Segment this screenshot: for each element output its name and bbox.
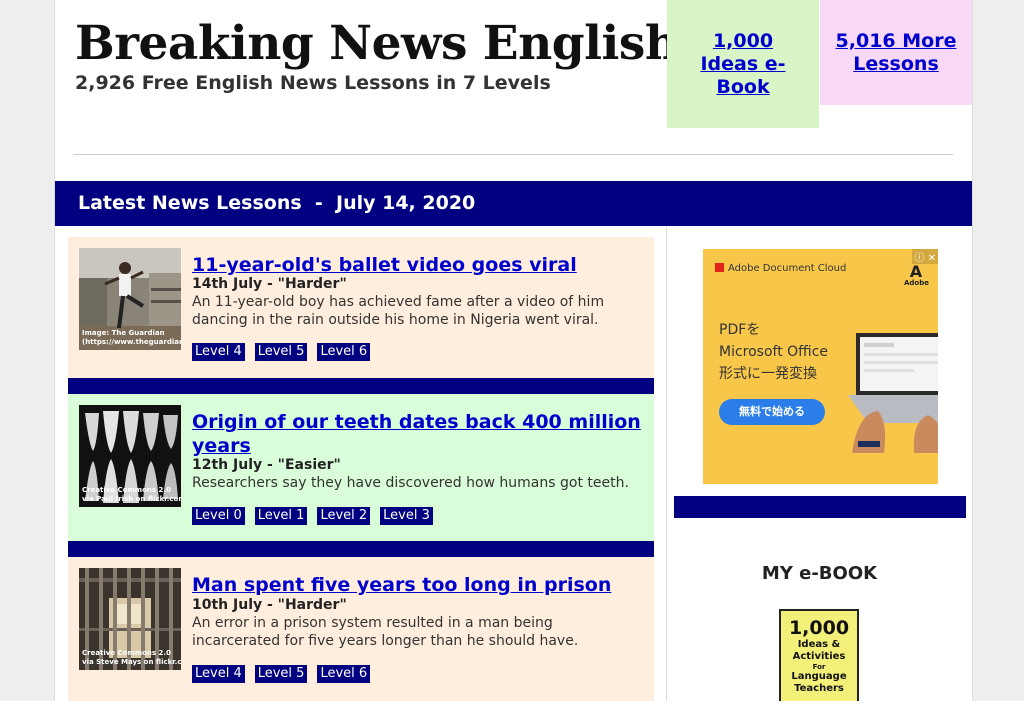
lesson-date: 12th July - "Easier" xyxy=(192,457,341,473)
site-title[interactable]: Breaking News English xyxy=(75,16,679,71)
lesson-description: Researchers say they have discovered how… xyxy=(192,475,629,491)
level-link[interactable]: Level 4 xyxy=(192,343,245,361)
site-tagline: 2,926 Free English News Lessons in 7 Lev… xyxy=(75,72,551,94)
adobe-a-icon: A xyxy=(909,262,923,281)
lesson-thumbnail[interactable]: Image: The Guardian (https://www.theguar… xyxy=(79,248,181,350)
level-links: Level 0 Level 1 Level 2 Level 3 xyxy=(192,507,433,525)
lesson-date: 14th July - "Harder" xyxy=(192,276,347,292)
lesson-card: Creative Commons 2.0 via Paul Irish on f… xyxy=(68,394,654,541)
level-link[interactable]: Level 5 xyxy=(254,343,308,361)
level-link[interactable]: Level 5 xyxy=(254,665,308,683)
lesson-title-link[interactable]: Origin of our teeth dates back 400 milli… xyxy=(192,410,642,458)
level-links: Level 4 Level 5 Level 6 xyxy=(192,343,371,361)
ebook-cover-number: 1,000 xyxy=(788,617,850,639)
ad-brand: Adobe Document Cloud xyxy=(715,263,846,274)
lesson-thumbnail[interactable]: Creative Commons 2.0 via Steve Mays on f… xyxy=(79,568,181,670)
ebook-cover-line: Language xyxy=(791,671,847,682)
promo-ebook-box: 1,000 Ideas e-Book xyxy=(667,0,819,128)
level-link[interactable]: Level 4 xyxy=(192,665,245,683)
sidebar-separator xyxy=(674,496,966,518)
ebook-cover-image[interactable]: 1,000 Ideas & Activities For Language Te… xyxy=(779,609,859,701)
promo-ebook-link[interactable]: 1,000 Ideas e-Book xyxy=(688,30,798,99)
level-link[interactable]: Level 2 xyxy=(317,507,371,525)
lesson-separator xyxy=(68,378,654,394)
adobe-logo: A Adobe xyxy=(904,262,929,288)
ebook-cover-line: For xyxy=(812,663,826,671)
lesson-card: Creative Commons 2.0 via Steve Mays on f… xyxy=(68,557,654,701)
laptop-hands-icon xyxy=(848,333,938,453)
advertisement-banner[interactable]: Adobe Document Cloud ⓘ ✕ A Adobe PDFを Mi… xyxy=(703,249,938,484)
page: Breaking News English 2,926 Free English… xyxy=(54,0,973,701)
level-link[interactable]: Level 3 xyxy=(380,507,433,525)
ebook-cover-line: Activities xyxy=(792,651,846,662)
header-divider xyxy=(73,154,953,155)
lesson-thumbnail[interactable]: Creative Commons 2.0 via Paul Irish on f… xyxy=(79,405,181,507)
image-credit: Image: The Guardian (https://www.theguar… xyxy=(82,329,181,346)
level-link[interactable]: Level 1 xyxy=(254,507,308,525)
level-link[interactable]: Level 6 xyxy=(317,343,371,361)
level-link[interactable]: Level 6 xyxy=(317,665,371,683)
image-credit: Creative Commons 2.0 via Steve Mays on f… xyxy=(82,649,181,666)
lesson-date: 10th July - "Harder" xyxy=(192,597,347,613)
ad-cta-button[interactable]: 無料で始める xyxy=(719,399,825,425)
latest-lessons-heading: Latest News Lessons - July 14, 2020 xyxy=(55,181,972,226)
adobe-doc-cloud-icon xyxy=(715,263,724,272)
ebook-heading: MY e-BOOK xyxy=(761,563,878,584)
level-links: Level 4 Level 5 Level 6 xyxy=(192,665,371,683)
lesson-title-link[interactable]: Man spent five years too long in prison xyxy=(192,573,642,597)
column-divider xyxy=(666,226,667,701)
lesson-separator xyxy=(68,541,654,557)
ad-copy: PDFを Microsoft Office 形式に一発変換 xyxy=(719,322,829,382)
promo-lessons-link[interactable]: 5,016 More Lessons xyxy=(831,30,961,76)
ebook-cover-line: Ideas & xyxy=(797,639,841,650)
lesson-description: An error in a prison system resulted in … xyxy=(192,615,579,649)
ebook-cover-line: Teachers xyxy=(794,683,844,694)
promo-lessons-box: 5,016 More Lessons xyxy=(820,0,972,105)
image-credit: Creative Commons 2.0 via Paul Irish on f… xyxy=(82,486,181,503)
lesson-description: An 11-year-old boy has achieved fame aft… xyxy=(192,294,605,328)
lesson-card: Image: The Guardian (https://www.theguar… xyxy=(68,237,654,378)
lesson-title-link[interactable]: 11-year-old's ballet video goes viral xyxy=(192,253,642,277)
level-link[interactable]: Level 0 xyxy=(192,507,245,525)
